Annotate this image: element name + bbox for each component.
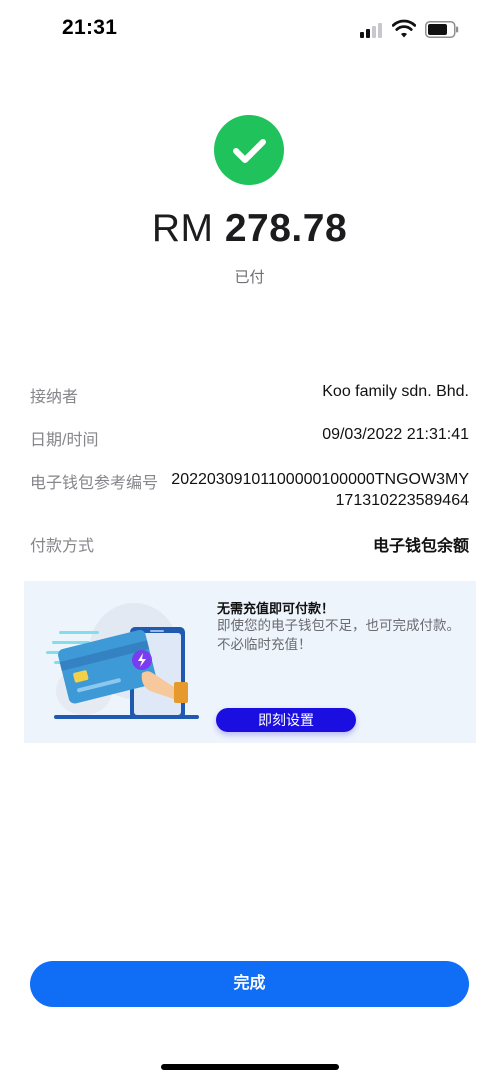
- setup-now-button[interactable]: 即刻设置: [216, 708, 356, 732]
- card-phone-payment-illustration: [46, 603, 199, 719]
- recipient-label: 接纳者: [30, 389, 79, 406]
- datetime-value: 09/03/2022 21:31:41: [322, 426, 469, 443]
- status-bar: 21:31: [0, 0, 499, 58]
- battery-icon: [425, 21, 459, 38]
- wifi-icon: [392, 19, 416, 38]
- reference-label: 电子钱包参考编号: [30, 475, 159, 492]
- payment-amount: RM 278.78: [0, 207, 499, 251]
- reference-value: 20220309101100000100000TNGOW3MY171310223…: [171, 471, 469, 509]
- payment-method-value: 电子钱包余额: [372, 538, 469, 555]
- promo-description: 即使您的电子钱包不足，也可完成付款。不必临时充值！: [217, 618, 460, 652]
- status-time: 21:31: [62, 16, 118, 39]
- checkmark-icon: [233, 139, 266, 163]
- currency-label: RM: [151, 207, 214, 250]
- home-indicator[interactable]: [161, 1064, 339, 1070]
- promo-title: 无需充值即可付款！: [217, 601, 335, 616]
- payment-method-label: 付款方式: [30, 538, 95, 555]
- cellular-signal-icon: [360, 22, 384, 38]
- payment-status-label: 已付: [234, 269, 265, 286]
- success-check-icon: [214, 115, 284, 185]
- recipient-value: Koo family sdn. Bhd.: [322, 383, 469, 400]
- done-button[interactable]: 完成: [30, 961, 469, 1007]
- amount-value: 278.78: [224, 207, 348, 250]
- datetime-label: 日期/时间: [30, 432, 99, 449]
